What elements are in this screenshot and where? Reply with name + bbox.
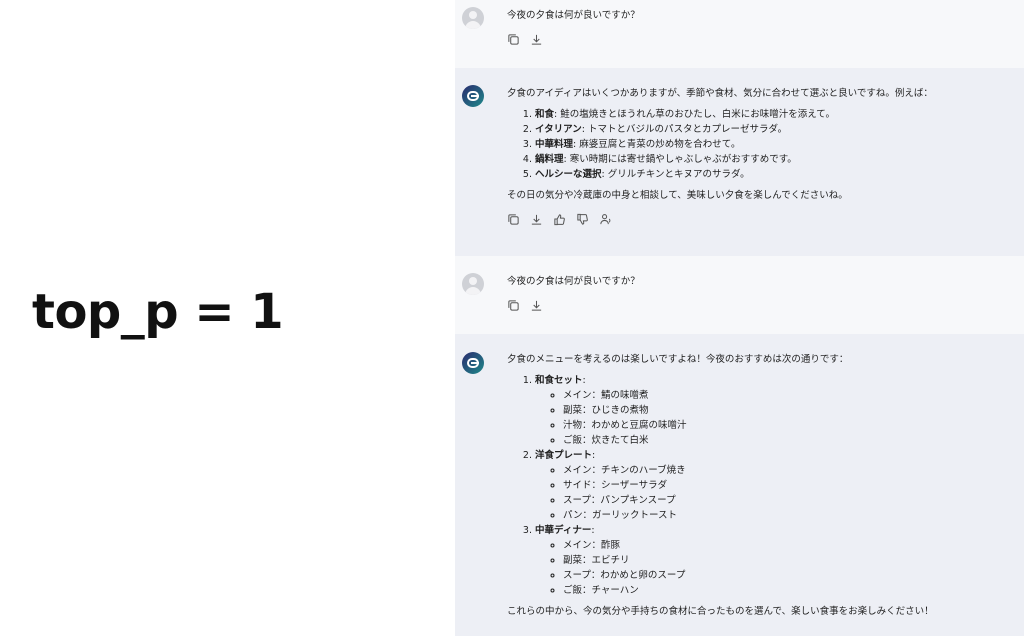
sub-list-item: 副菜：ひじきの煮物 xyxy=(563,403,1014,418)
copy-icon[interactable] xyxy=(507,213,520,226)
user-message: 今夜の夕食は何が良いですか？ xyxy=(455,256,1024,334)
assistant-intro: 夕食のアイディアはいくつかありますが、季節や食材、気分に合わせて選ぶと良いですね… xyxy=(507,88,933,99)
assistant-outro: その日の気分や冷蔵庫の中身と相談して、美味しい夕食を楽しんでくださいね。 xyxy=(507,190,848,201)
download-icon[interactable] xyxy=(530,213,543,226)
user-avatar xyxy=(462,7,484,29)
list-item: イタリアン: トマトとバジルのパスタとカプレーゼサラダ。 xyxy=(535,122,1014,137)
top-p-label: top_p = 1 xyxy=(32,284,284,340)
sub-list-item: スープ：わかめと卵のスープ xyxy=(563,568,1014,583)
sub-list-item: 副菜：エビチリ xyxy=(563,553,1014,568)
sub-list-item: パン：ガーリックトースト xyxy=(563,508,1014,523)
user-message-actions xyxy=(507,32,1014,46)
user-message-actions xyxy=(507,298,1014,312)
copy-icon[interactable] xyxy=(507,299,520,312)
assistant-intro: 夕食のメニューを考えるのは楽しいですよね！今夜のおすすめは次の通りです： xyxy=(507,354,849,365)
assistant-outro: これらの中から、今の気分や手持ちの食材に合ったものを選んで、楽しい食事をお楽しみ… xyxy=(507,606,934,617)
list-item: 中華料理: 麻婆豆腐と青菜の炒め物を合わせて。 xyxy=(535,137,1014,152)
sub-list-item: サイド：シーザーサラダ xyxy=(563,478,1014,493)
user-message-text: 今夜の夕食は何が良いですか？ xyxy=(507,10,640,21)
menu-list: 和食セット: メイン：鯖の味噌煮 副菜：ひじきの煮物 汁物：わかめと豆腐の味噌汁… xyxy=(507,373,1014,598)
sub-list-item: ご飯：炊きたて白米 xyxy=(563,433,1014,448)
user-message-text: 今夜の夕食は何が良いですか？ xyxy=(507,276,640,287)
list-item: 鍋料理: 寒い時期には寄せ鍋やしゃぶしゃぶがおすすめです。 xyxy=(535,152,1014,167)
assistant-message: 夕食のメニューを考えるのは楽しいですよね！今夜のおすすめは次の通りです： 和食セ… xyxy=(455,334,1024,636)
sub-list-item: スープ：パンプキンスープ xyxy=(563,493,1014,508)
sub-list-item: メイン：チキンのハーブ焼き xyxy=(563,463,1014,478)
download-icon[interactable] xyxy=(530,299,543,312)
thumbs-up-icon[interactable] xyxy=(553,213,566,226)
sub-list-item: ご飯：チャーハン xyxy=(563,583,1014,598)
assistant-message-actions xyxy=(507,212,1014,226)
user-avatar xyxy=(462,273,484,295)
list-item: 和食: 鮭の塩焼きとほうれん草のおひたし、白米にお味噌汁を添えて。 xyxy=(535,107,1014,122)
list-item: 中華ディナー: メイン：酢豚 副菜：エビチリ スープ：わかめと卵のスープ ご飯：… xyxy=(535,523,1014,598)
assistant-avatar xyxy=(462,352,484,374)
chat-panel: 今夜の夕食は何が良いですか？ 夕食のアイディアはいくつかありますが、季節や食材、… xyxy=(455,0,1024,636)
voice-icon[interactable] xyxy=(599,213,612,226)
assistant-avatar xyxy=(462,85,484,107)
list-item: 洋食プレート: メイン：チキンのハーブ焼き サイド：シーザーサラダ スープ：パン… xyxy=(535,448,1014,523)
sub-list-item: メイン：鯖の味噌煮 xyxy=(563,388,1014,403)
sub-list-item: 汁物：わかめと豆腐の味噌汁 xyxy=(563,418,1014,433)
thumbs-down-icon[interactable] xyxy=(576,213,589,226)
user-message: 今夜の夕食は何が良いですか？ xyxy=(455,0,1024,68)
copy-icon[interactable] xyxy=(507,33,520,46)
list-item: ヘルシーな選択: グリルチキンとキヌアのサラダ。 xyxy=(535,167,1014,182)
list-item: 和食セット: メイン：鯖の味噌煮 副菜：ひじきの煮物 汁物：わかめと豆腐の味噌汁… xyxy=(535,373,1014,448)
assistant-message: 夕食のアイディアはいくつかありますが、季節や食材、気分に合わせて選ぶと良いですね… xyxy=(455,68,1024,256)
sub-list-item: メイン：酢豚 xyxy=(563,538,1014,553)
suggestion-list: 和食: 鮭の塩焼きとほうれん草のおひたし、白米にお味噌汁を添えて。 イタリアン:… xyxy=(507,107,1014,182)
download-icon[interactable] xyxy=(530,33,543,46)
